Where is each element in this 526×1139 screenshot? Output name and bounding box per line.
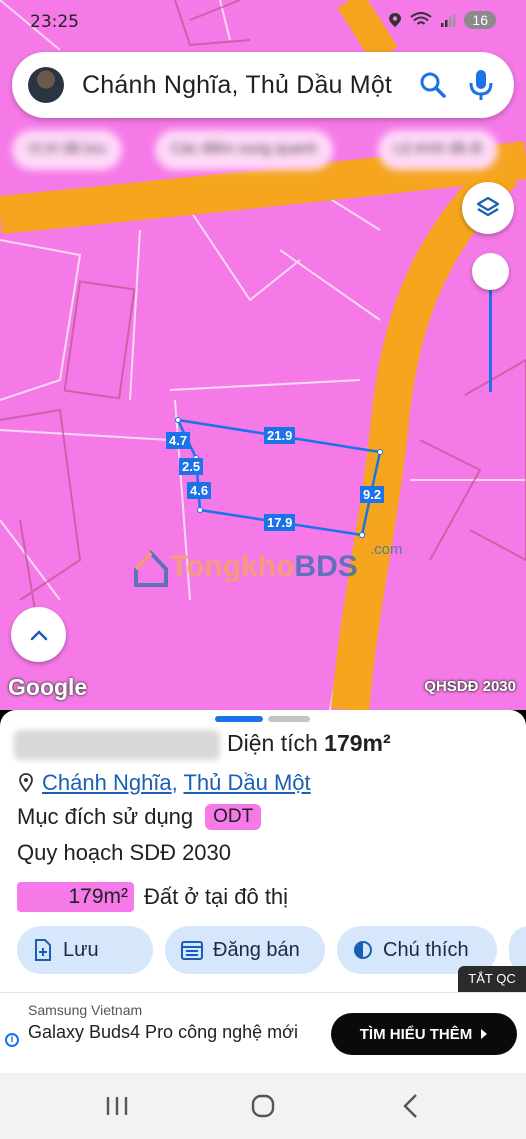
chevron-up-icon [30,629,47,640]
action-buttons: Lưu Đăng bán Chú thích [17,926,526,976]
status-icons: 16 [388,11,496,29]
play-arrow-icon [481,1029,488,1039]
post-for-sale-button[interactable]: Đăng bán [165,926,325,974]
chip[interactable]: Vị trí đã lưu [12,130,122,170]
ad-brand: Samsung Vietnam [28,1002,143,1018]
map-layer-label: QHSDĐ 2030 [424,678,516,695]
area-title: Diện tích 179m² [227,730,391,757]
measurement-label: 9.2 [360,486,385,503]
watermark-accent: BDS [294,550,358,583]
location-row: Chánh Nghĩa, Thủ Dầu Một [18,770,311,796]
purpose-label: Mục đích sử dụng [17,804,194,829]
home-icon[interactable] [250,1091,276,1121]
chip[interactable]: Lộ trình đã đi [378,130,498,170]
mic-icon[interactable] [466,68,496,102]
recent-apps-icon[interactable] [104,1091,130,1121]
layers-button[interactable] [462,182,514,234]
search-bar[interactable]: Chánh Nghĩa, Thủ Dầu Một [12,52,514,118]
purpose-badge: ODT [205,804,262,830]
wifi-icon [410,12,433,25]
watermark-com: .com [370,541,403,558]
house-logo-icon [134,550,168,587]
area-title-value: 179m² [324,730,391,756]
save-button-label: Lưu [63,938,99,961]
filter-chips[interactable]: Vị trí đã lưu Các điểm xung quanh Lộ trì… [0,126,526,176]
status-time: 23:25 [30,12,79,32]
ad-info-icon[interactable]: i [5,1033,19,1047]
measurement-label: 17.9 [264,514,296,531]
watermark: Tongkho BDS .com [132,541,403,587]
contrast-icon [354,941,372,959]
measurement-label: 21.9 [264,427,296,444]
search-input[interactable]: Chánh Nghĩa, Thủ Dầu Một [82,71,392,100]
add-document-icon [35,939,51,961]
sheet-tab-indicator-active[interactable] [215,716,263,722]
area-description: Đất ở tại đô thị [144,884,289,909]
area-swatch: 179m² [17,882,134,912]
opacity-slider-track[interactable] [489,280,492,392]
close-ad-button[interactable]: TẮT QC [458,966,526,992]
avatar[interactable] [28,67,64,103]
location-status-icon [389,13,402,27]
ad-headline: Galaxy Buds4 Pro công nghệ mới [28,1022,298,1042]
ad-banner[interactable]: i Samsung Vietnam Galaxy Buds4 Pro công … [0,992,526,1073]
info-sheet[interactable]: Diện tích 179m² Chánh Nghĩa, Thủ Dầu Một… [0,710,526,992]
area-title-prefix: Diện tích [227,730,318,756]
plan-label: Quy hoạch SDĐ 2030 [17,840,232,865]
measurement-label: 4.6 [187,482,212,499]
location-separator: , [171,770,184,795]
system-nav-bar [0,1073,526,1139]
signal-icon [441,14,456,27]
area-legend-row: 179m² Đất ở tại đô thị [17,882,288,912]
location-city-link[interactable]: Thủ Dầu Một [183,770,310,795]
expand-up-button[interactable] [11,607,66,662]
layers-icon [476,196,500,217]
ad-cta-button[interactable]: TÌM HIỂU THÊM [331,1013,517,1055]
purpose-row: Mục đích sử dụng ODT [17,804,262,830]
measurement-label: 2.5 [179,458,204,475]
location-ward-link[interactable]: Chánh Nghĩa [42,770,172,795]
blurred-title [14,730,220,760]
google-logo: Google [8,674,88,700]
search-icon[interactable] [418,70,448,100]
watermark-text: Tongkho [170,550,295,583]
calendar-icon [181,941,203,960]
status-bar: 23:25 16 [0,0,526,46]
save-button[interactable]: Lưu [17,926,153,974]
measurement-label: 4.7 [166,432,191,449]
location-pin-icon [19,773,33,793]
chip[interactable]: Các điểm xung quanh [155,130,333,170]
opacity-slider-handle[interactable] [472,253,509,290]
legend-button-label: Chú thích [383,938,469,961]
post-for-sale-label: Đăng bán [213,938,300,961]
back-icon[interactable] [398,1091,424,1121]
sheet-tab-indicator[interactable] [268,716,310,722]
battery-indicator: 16 [464,11,496,29]
ad-cta-label: TÌM HIỂU THÊM [359,1025,473,1043]
